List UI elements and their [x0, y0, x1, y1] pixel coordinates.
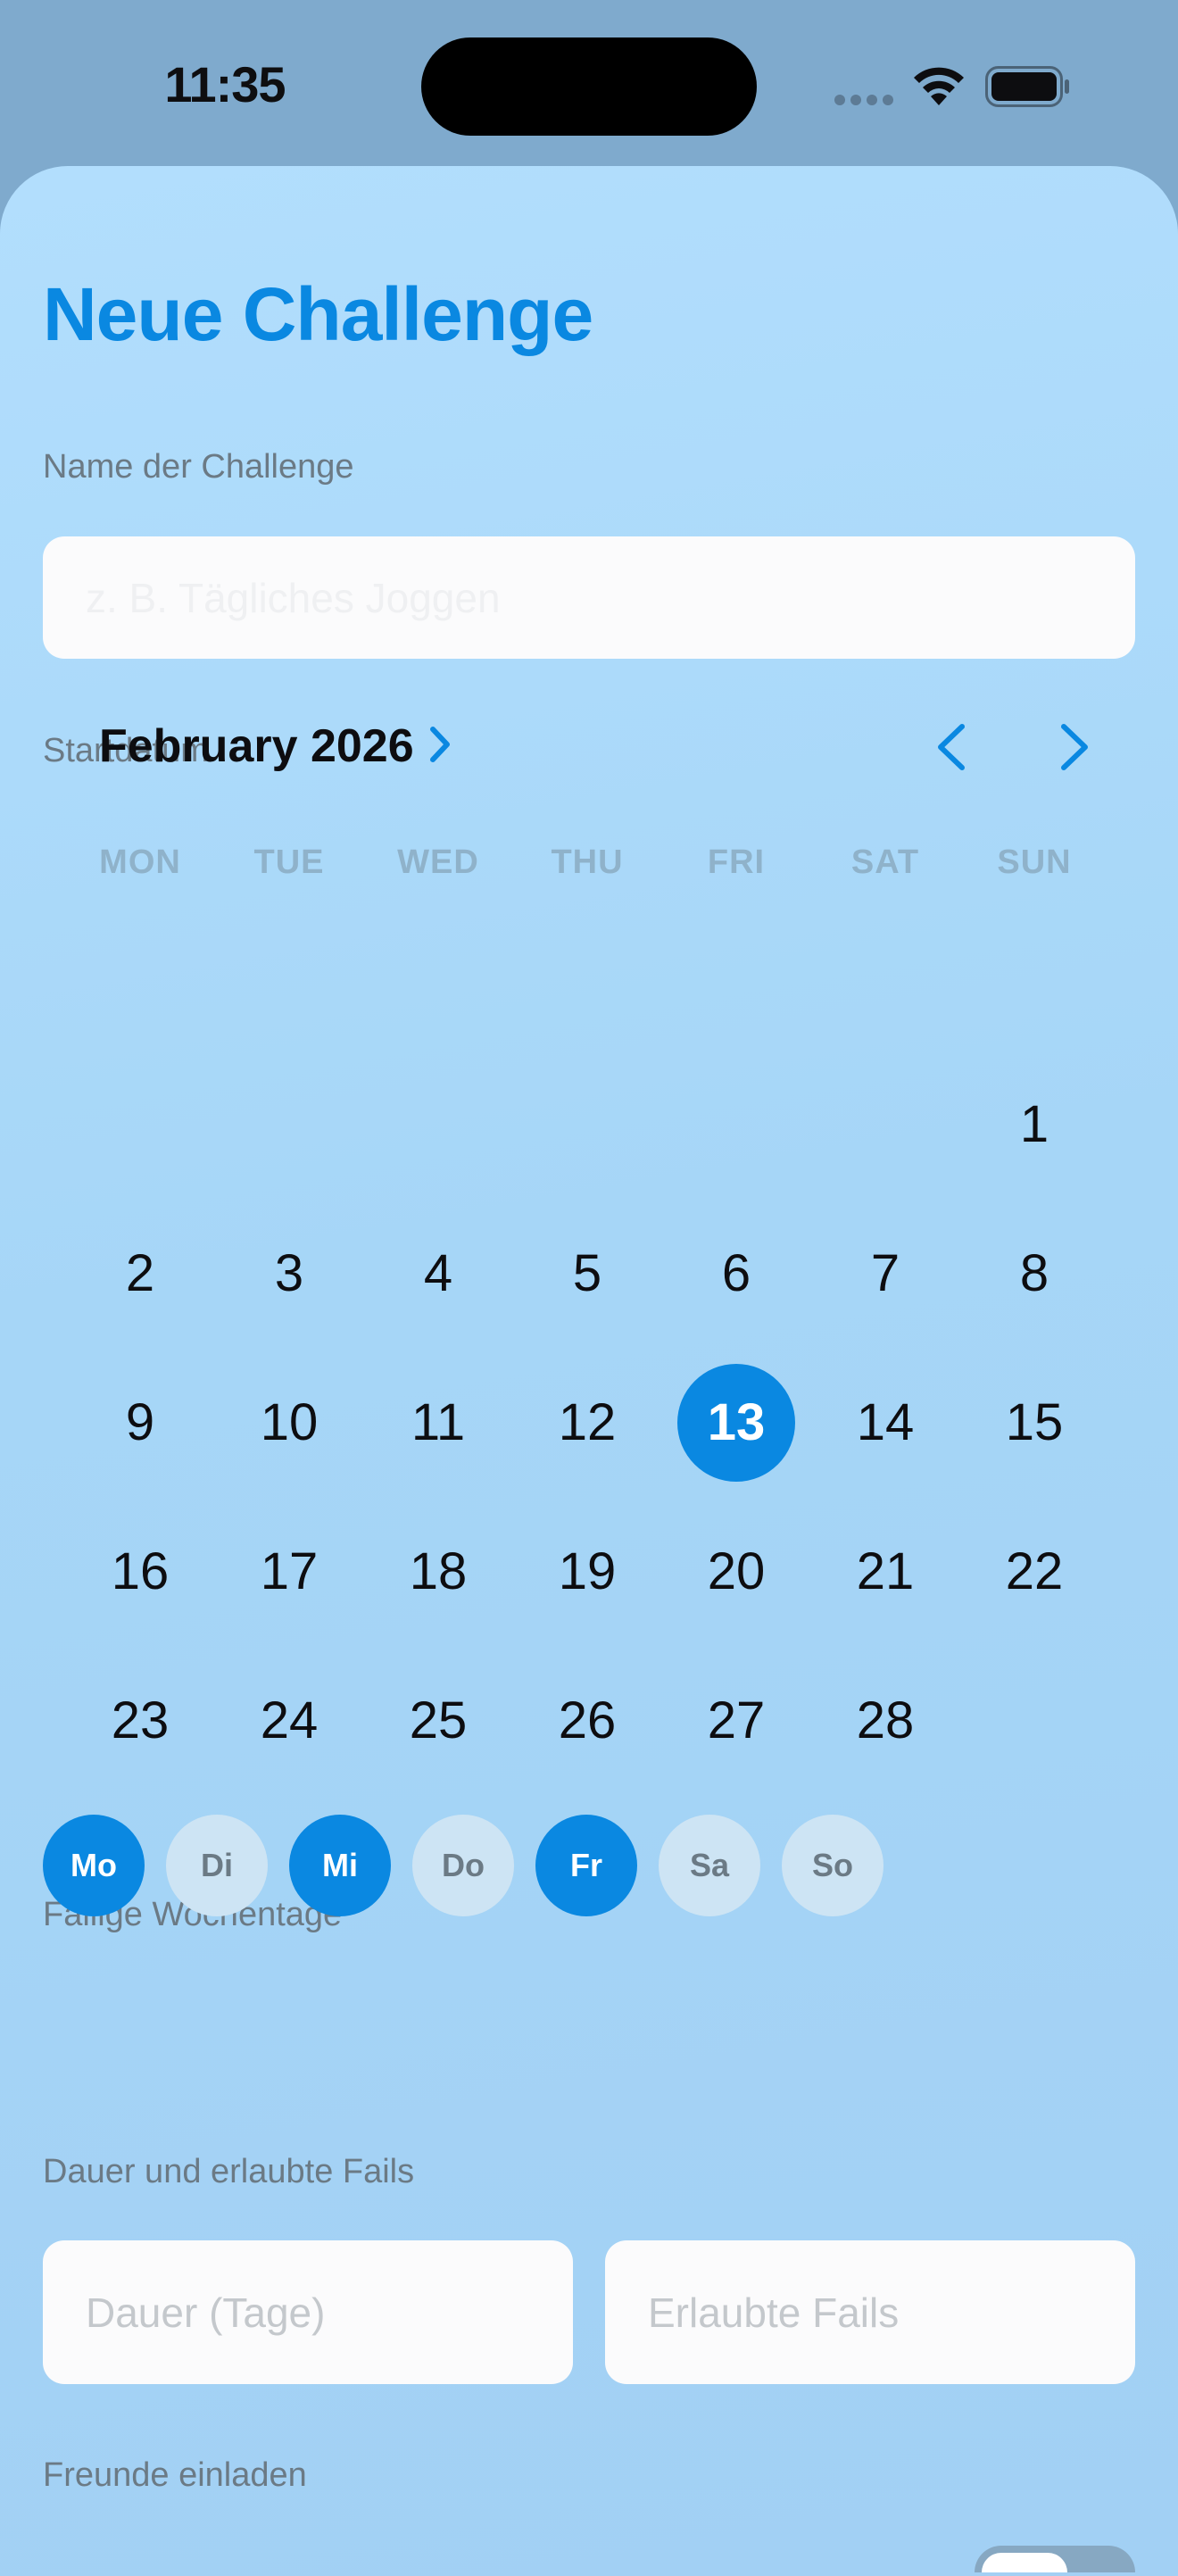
chevron-right-icon[interactable] — [427, 725, 453, 764]
calendar-day[interactable]: 20 — [677, 1513, 795, 1631]
calendar-day[interactable]: 26 — [528, 1662, 646, 1780]
weekday-header: FRI — [707, 843, 766, 881]
calendar-day[interactable]: 2 — [81, 1215, 199, 1333]
page-title: Neue Challenge — [43, 272, 593, 356]
weekday-header: SUN — [997, 843, 1072, 881]
name-label: Name der Challenge — [43, 448, 354, 486]
weekday-chip-so[interactable]: So — [782, 1815, 884, 1916]
toggle-knob — [982, 2553, 1067, 2572]
calendar-day[interactable]: 1 — [975, 1066, 1093, 1184]
calendar-day[interactable]: 9 — [81, 1364, 199, 1482]
next-month-button[interactable] — [1051, 721, 1096, 773]
weekday-header: WED — [397, 843, 479, 881]
battery-icon — [985, 66, 1069, 107]
calendar-day[interactable]: 14 — [826, 1364, 944, 1482]
duration-input[interactable]: Dauer (Tage) — [43, 2240, 573, 2384]
previous-month-button[interactable] — [930, 721, 975, 773]
status-time: 11:35 — [164, 56, 286, 112]
allowed-fails-input[interactable]: Erlaubte Fails — [605, 2240, 1135, 2384]
calendar-day[interactable]: 27 — [677, 1662, 795, 1780]
calendar-day[interactable]: 22 — [975, 1513, 1093, 1631]
calendar-day[interactable]: 16 — [81, 1513, 199, 1631]
calendar-day[interactable]: 7 — [826, 1215, 944, 1333]
calendar-day[interactable]: 5 — [528, 1215, 646, 1333]
duration-placeholder: Dauer (Tage) — [86, 2289, 326, 2336]
dynamic-island — [421, 37, 757, 136]
weekday-chip-di[interactable]: Di — [166, 1815, 268, 1916]
calendar-day[interactable]: 25 — [379, 1662, 497, 1780]
wifi-icon — [914, 67, 964, 105]
weekday-header: SAT — [850, 843, 920, 881]
weekday-chip-mo[interactable]: Mo — [43, 1815, 145, 1916]
calendar-day[interactable]: 17 — [230, 1513, 348, 1631]
calendar-day[interactable]: 28 — [826, 1662, 944, 1780]
weekday-chip-sa[interactable]: Sa — [659, 1815, 760, 1916]
weekday-chip-mi[interactable]: Mi — [289, 1815, 391, 1916]
invite-friends-toggle[interactable] — [975, 2546, 1135, 2572]
calendar-day[interactable]: 10 — [230, 1364, 348, 1482]
calendar-day[interactable]: 15 — [975, 1364, 1093, 1482]
weekday-chip-do[interactable]: Do — [412, 1815, 514, 1916]
calendar-day[interactable]: 8 — [975, 1215, 1093, 1333]
challenge-name-input[interactable]: z. B. Tägliches Joggen — [43, 536, 1135, 659]
calendar-day[interactable]: 3 — [230, 1215, 348, 1333]
calendar-day[interactable]: 6 — [677, 1215, 795, 1333]
calendar-day[interactable]: 19 — [528, 1513, 646, 1631]
calendar-day[interactable]: 18 — [379, 1513, 497, 1631]
calendar-day[interactable]: 4 — [379, 1215, 497, 1333]
calendar-day[interactable]: 11 — [379, 1364, 497, 1482]
weekday-header: TUE — [253, 843, 325, 881]
calendar-day-selected[interactable]: 13 — [677, 1364, 795, 1482]
calendar-day[interactable]: 21 — [826, 1513, 944, 1631]
weekday-header: THU — [551, 843, 624, 881]
weekday-header: MON — [99, 843, 181, 881]
invite-friends-label: Freunde einladen — [43, 2456, 307, 2494]
challenge-name-placeholder: z. B. Tägliches Joggen — [86, 574, 501, 621]
month-year-button[interactable]: February 2026 — [99, 719, 414, 773]
calendar-day[interactable]: 23 — [81, 1662, 199, 1780]
cellular-signal-icon — [834, 95, 895, 105]
weekday-chip-fr[interactable]: Fr — [535, 1815, 637, 1916]
allowed-fails-placeholder: Erlaubte Fails — [648, 2289, 900, 2336]
duration-label: Dauer und erlaubte Fails — [43, 2153, 415, 2190]
calendar-day[interactable]: 24 — [230, 1662, 348, 1780]
calendar-day[interactable]: 12 — [528, 1364, 646, 1482]
